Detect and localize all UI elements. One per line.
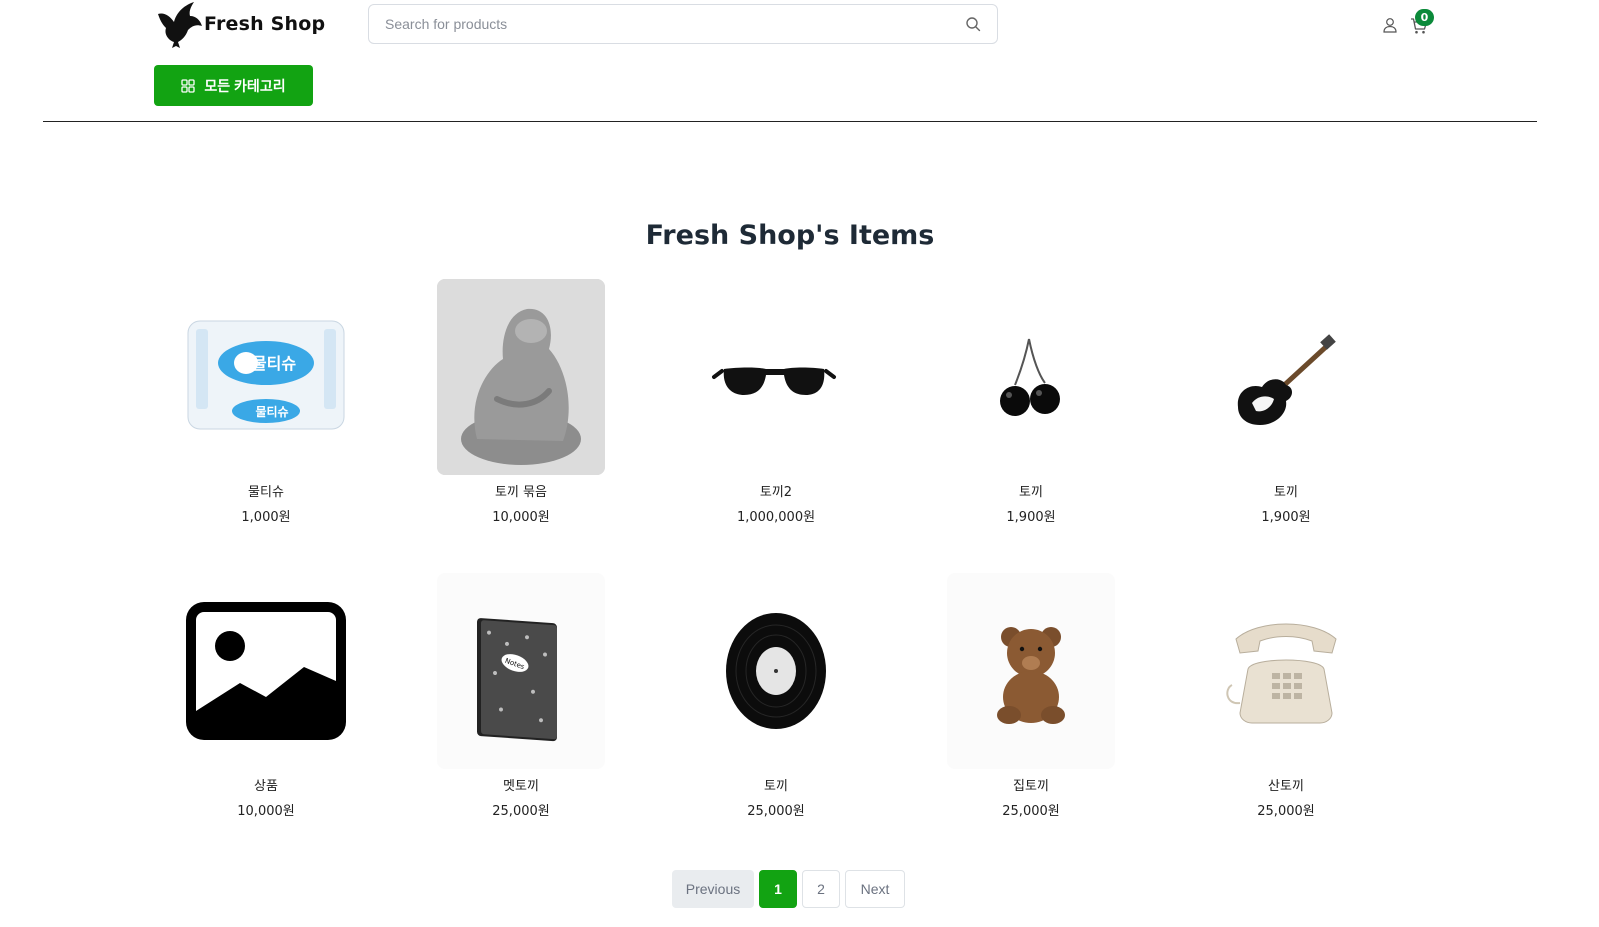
all-categories-button[interactable]: 모든 카테고리 [154, 65, 313, 106]
all-categories-label: 모든 카테고리 [204, 77, 286, 94]
svg-text:물티슈: 물티슈 [255, 404, 288, 419]
product-name[interactable]: 산토끼 [1202, 777, 1370, 797]
product-image[interactable]: 물티슈 물티슈 [182, 279, 350, 475]
product-name[interactable]: 토끼2 [692, 483, 860, 503]
product-price: 25,000원 [1257, 804, 1315, 819]
cart-count-badge: 0 [1415, 9, 1434, 26]
product-card[interactable]: 상품 10,000원 [182, 573, 350, 822]
pagination: Previous 1 2 Next [672, 870, 905, 908]
search-icon[interactable] [965, 16, 981, 32]
product-price: 25,000원 [747, 804, 805, 819]
product-price: 10,000원 [492, 510, 550, 525]
product-card[interactable]: 물티슈 물티슈 물티슈 1,000원 [182, 279, 350, 528]
vinyl-record-image [726, 613, 826, 729]
product-name[interactable]: 토끼 [1202, 483, 1370, 503]
product-image[interactable] [692, 279, 860, 475]
telephone-image [1226, 623, 1337, 724]
product-name[interactable]: 토끼 [692, 777, 860, 797]
search-input[interactable] [383, 5, 965, 43]
product-card[interactable]: 토끼 묶음 10,000원 [437, 279, 605, 528]
product-card[interactable]: 토끼 1,900원 [947, 279, 1115, 528]
product-card[interactable]: Notes 멧토끼 25,000원 [437, 573, 605, 822]
product-name[interactable]: 토끼 묶음 [437, 483, 605, 503]
image-placeholder-icon [186, 602, 346, 740]
electric-guitar-image [1237, 334, 1336, 425]
product-card[interactable]: 토끼2 1,000,000원 [692, 279, 860, 528]
product-price: 25,000원 [1002, 804, 1060, 819]
product-image[interactable] [182, 573, 350, 769]
product-name[interactable]: 집토끼 [947, 777, 1115, 797]
page-1-button[interactable]: 1 [759, 870, 797, 908]
page-2-button[interactable]: 2 [802, 870, 840, 908]
product-name[interactable]: 멧토끼 [437, 777, 605, 797]
previous-page-button[interactable]: Previous [672, 870, 754, 908]
cherries-image [1000, 338, 1060, 416]
product-image[interactable] [1202, 573, 1370, 769]
product-price: 1,900원 [1261, 510, 1311, 525]
product-price: 25,000원 [492, 804, 550, 819]
teddy-bear-image [997, 627, 1065, 724]
product-card[interactable]: 집토끼 25,000원 [947, 573, 1115, 822]
grid-icon [181, 78, 196, 93]
product-name[interactable]: 물티슈 [182, 483, 350, 503]
next-page-button[interactable]: Next [845, 870, 905, 908]
grey-creature-figure-image [437, 279, 605, 475]
page-title: Fresh Shop's Items [645, 220, 935, 251]
product-image[interactable] [947, 573, 1115, 769]
product-image[interactable] [947, 279, 1115, 475]
product-name[interactable]: 토끼 [947, 483, 1115, 503]
product-name[interactable]: 상품 [182, 777, 350, 797]
svg-text:물티슈: 물티슈 [252, 354, 296, 373]
product-image[interactable] [692, 573, 860, 769]
notebook-image: Notes [477, 618, 557, 742]
product-price: 1,000원 [241, 510, 291, 525]
product-card[interactable]: 산토끼 25,000원 [1202, 573, 1370, 822]
product-image[interactable]: Notes [437, 573, 605, 769]
header-divider [43, 121, 1537, 122]
search-box[interactable] [368, 4, 998, 44]
product-image[interactable] [437, 279, 605, 475]
product-card[interactable]: 토끼 1,900원 [1202, 279, 1370, 528]
product-price: 1,000,000원 [736, 510, 816, 525]
logo-text: Fresh Shop [204, 13, 326, 35]
dove-logo-icon [158, 2, 202, 48]
user-icon[interactable] [1382, 17, 1398, 33]
product-card[interactable]: 토끼 25,000원 [692, 573, 860, 822]
sunglasses-image [712, 367, 836, 395]
wet-wipes-image: 물티슈 물티슈 [187, 320, 345, 430]
product-price: 10,000원 [237, 804, 295, 819]
product-price: 1,900원 [1006, 510, 1056, 525]
logo[interactable]: Fresh Shop [156, 0, 325, 48]
product-image[interactable] [1202, 279, 1370, 475]
